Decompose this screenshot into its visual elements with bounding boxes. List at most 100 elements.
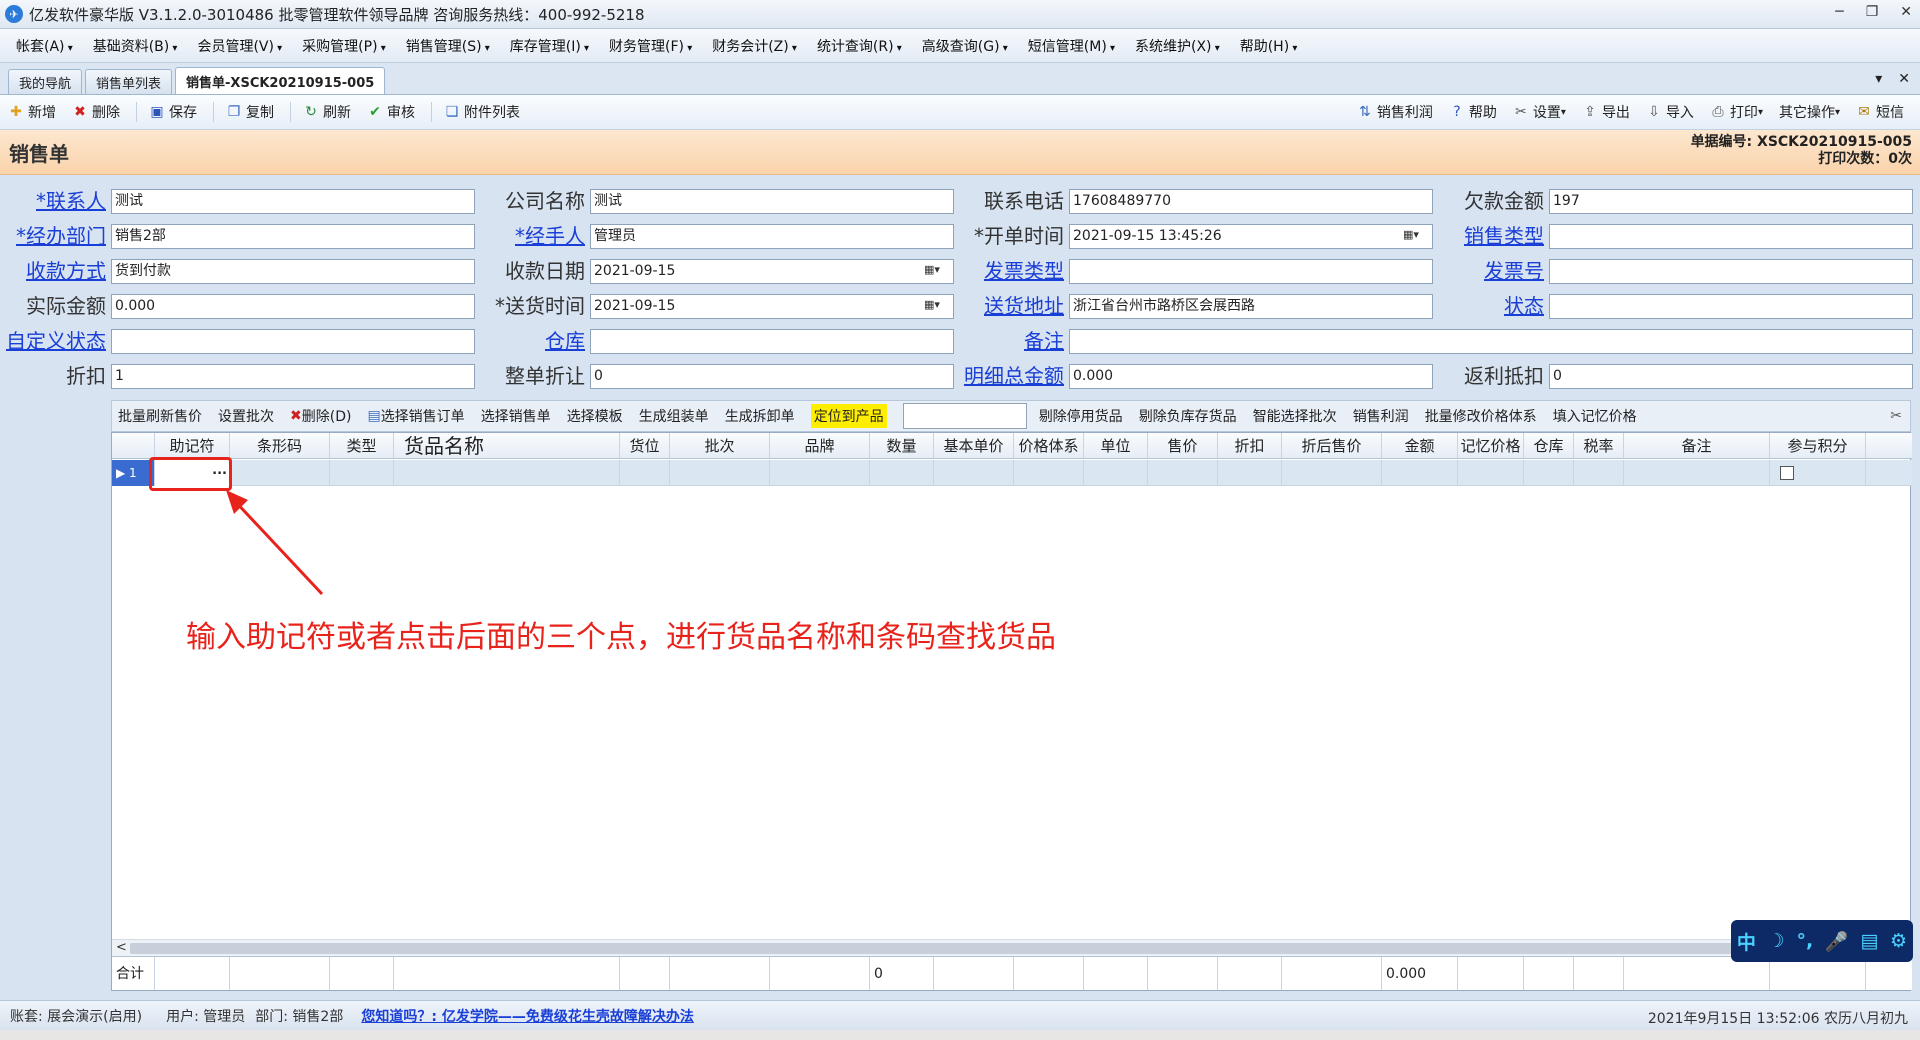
grid-tool-1[interactable]: 设置批次	[218, 406, 274, 426]
toolbar-left-button-1[interactable]: ✖ 删除	[72, 102, 120, 122]
toolbar-right-button-3[interactable]: ⇪ 导出	[1582, 102, 1630, 122]
grid-cell-11[interactable]	[1084, 460, 1148, 486]
column-header-13[interactable]: 折扣	[1218, 433, 1282, 458]
column-header-7[interactable]: 品牌	[770, 433, 870, 458]
input-sale_type[interactable]	[1549, 224, 1913, 249]
tip-link[interactable]: 您知道吗？: 亿发学院——免费级花生壳故障解决办法	[361, 1006, 693, 1026]
input-debt[interactable]: 197	[1549, 189, 1913, 214]
toolbar-left-button-5[interactable]: ✔ 审核	[367, 102, 415, 122]
grid-tool-9[interactable]: 剔除停用货品	[1039, 406, 1123, 426]
column-header-0[interactable]	[112, 433, 155, 458]
horizontal-scrollbar[interactable]: <	[112, 939, 1912, 956]
grid-tool-14[interactable]: 填入记忆价格	[1553, 406, 1637, 426]
menu-item-9[interactable]: 高级查询(G)	[912, 36, 1018, 56]
points-checkbox[interactable]	[1780, 466, 1794, 480]
grid-cell-8[interactable]	[870, 460, 934, 486]
grid-tool-6[interactable]: 生成组装单	[639, 406, 709, 426]
column-header-2[interactable]: 条形码	[230, 433, 330, 458]
grid-tool-12[interactable]: 销售利润	[1353, 406, 1409, 426]
tab-sales-list[interactable]: 销售单列表	[85, 69, 173, 94]
grid-tool-0[interactable]: 批量刷新售价	[118, 406, 202, 426]
grid-tool-3[interactable]: 选择销售订单	[381, 406, 465, 426]
column-header-14[interactable]: 折后售价	[1282, 433, 1382, 458]
grid-cell-9[interactable]	[934, 460, 1014, 486]
table-row[interactable]: ▶ 1...	[112, 460, 1912, 486]
menu-item-2[interactable]: 会员管理(V)	[187, 36, 292, 56]
close-window-button[interactable]: ✕	[1900, 4, 1912, 20]
ime-icon-5[interactable]: ⚙	[1890, 930, 1907, 952]
menu-item-11[interactable]: 系统维护(X)	[1125, 36, 1230, 56]
grid-cell-7[interactable]	[770, 460, 870, 486]
column-header-5[interactable]: 货位	[620, 433, 670, 458]
column-header-18[interactable]: 税率	[1574, 433, 1624, 458]
grid-cell-18[interactable]	[1574, 460, 1624, 486]
column-header-10[interactable]: 价格体系	[1014, 433, 1084, 458]
toolbar-right-button-1[interactable]: ? 帮助	[1449, 102, 1497, 122]
menu-item-7[interactable]: 财务会计(Z)	[702, 36, 807, 56]
grid-settings-icon[interactable]: ✂	[1890, 408, 1902, 424]
menu-item-0[interactable]: 帐套(A)	[6, 36, 83, 56]
menu-item-4[interactable]: 销售管理(S)	[396, 36, 500, 56]
input-invoice_no[interactable]	[1549, 259, 1913, 284]
toolbar-left-button-6[interactable]: ❏ 附件列表	[444, 102, 520, 122]
column-header-3[interactable]: 类型	[330, 433, 394, 458]
column-header-1[interactable]: 助记符	[155, 433, 230, 458]
grid-cell-6[interactable]	[670, 460, 770, 486]
column-header-16[interactable]: 记忆价格	[1458, 433, 1524, 458]
grid-cell-13[interactable]	[1218, 460, 1282, 486]
toolbar-right-button-4[interactable]: ⇩ 导入	[1646, 102, 1694, 122]
input-rebate[interactable]: 0	[1549, 364, 1913, 389]
label-remark[interactable]: 备注	[0, 327, 1064, 355]
grid-tool-10[interactable]: 剔除负库存货品	[1139, 406, 1237, 426]
grid-tool-8[interactable]: 定位到产品	[810, 404, 887, 428]
menu-item-8[interactable]: 统计查询(R)	[807, 36, 912, 56]
column-header-11[interactable]: 单位	[1084, 433, 1148, 458]
toolbar-right-button-5[interactable]: ⎙ 打印 ▾	[1710, 102, 1763, 122]
toolbar-left-button-3[interactable]: ❐ 复制	[226, 102, 274, 122]
toolbar-left-button-0[interactable]: ✚ 新增	[8, 102, 56, 122]
input-status[interactable]	[1549, 294, 1913, 319]
column-header-6[interactable]: 批次	[670, 433, 770, 458]
ime-icon-1[interactable]: ☽	[1768, 930, 1785, 952]
menu-item-1[interactable]: 基础资料(B)	[83, 36, 188, 56]
toolbar-left-button-4[interactable]: ↻ 刷新	[303, 102, 351, 122]
locate-product-input[interactable]	[902, 403, 1027, 429]
label-sale_type[interactable]: 销售类型	[0, 222, 1544, 250]
grid-cell-17[interactable]	[1524, 460, 1574, 486]
minimize-button[interactable]: ─	[1835, 4, 1843, 20]
grid-cell-15[interactable]	[1382, 460, 1458, 486]
tab-list-dropdown-icon[interactable]: ▾	[1875, 71, 1882, 87]
column-header-17[interactable]: 仓库	[1524, 433, 1574, 458]
restore-button[interactable]: ❐	[1866, 4, 1879, 20]
column-header-9[interactable]: 基本单价	[934, 433, 1014, 458]
grid-cell-4[interactable]	[394, 460, 620, 486]
ime-icon-2[interactable]: °,	[1796, 930, 1813, 952]
grid-cell-3[interactable]	[330, 460, 394, 486]
tab-my-navigation[interactable]: 我的导航	[8, 69, 83, 94]
label-status[interactable]: 状态	[0, 292, 1544, 320]
grid-cell-16[interactable]	[1458, 460, 1524, 486]
grid-cell-5[interactable]	[620, 460, 670, 486]
scroll-left-icon[interactable]: <	[116, 940, 127, 956]
toolbar-right-button-2[interactable]: ✂ 设置 ▾	[1513, 102, 1566, 122]
toolbar-right-button-0[interactable]: ⇅ 销售利润	[1357, 102, 1433, 122]
grid-cell-20[interactable]	[1770, 460, 1866, 486]
grid-cell-12[interactable]	[1148, 460, 1218, 486]
toolbar-left-button-2[interactable]: ▣ 保存	[149, 102, 197, 122]
column-header-4[interactable]: 货品名称	[394, 433, 620, 458]
column-header-12[interactable]: 售价	[1148, 433, 1218, 458]
grid-cell-19[interactable]	[1624, 460, 1770, 486]
grid-cell-2[interactable]	[230, 460, 330, 486]
grid-tool-2[interactable]: 删除(D)	[302, 406, 352, 426]
grid-cell-14[interactable]	[1282, 460, 1382, 486]
ime-icon-4[interactable]: ▤	[1860, 930, 1878, 952]
scroll-thumb[interactable]	[130, 943, 1790, 954]
grid-tool-7[interactable]: 生成拆卸单	[725, 406, 795, 426]
label-invoice_no[interactable]: 发票号	[0, 257, 1544, 285]
column-header-8[interactable]: 数量	[870, 433, 934, 458]
tab-sales-order[interactable]: 销售单-XSCK20210915-005	[175, 67, 386, 94]
column-header-15[interactable]: 金额	[1382, 433, 1458, 458]
menu-item-3[interactable]: 采购管理(P)	[292, 36, 396, 56]
grid-tool-11[interactable]: 智能选择批次	[1253, 406, 1337, 426]
toolbar-right-button-7[interactable]: ✉ 短信	[1856, 102, 1904, 122]
